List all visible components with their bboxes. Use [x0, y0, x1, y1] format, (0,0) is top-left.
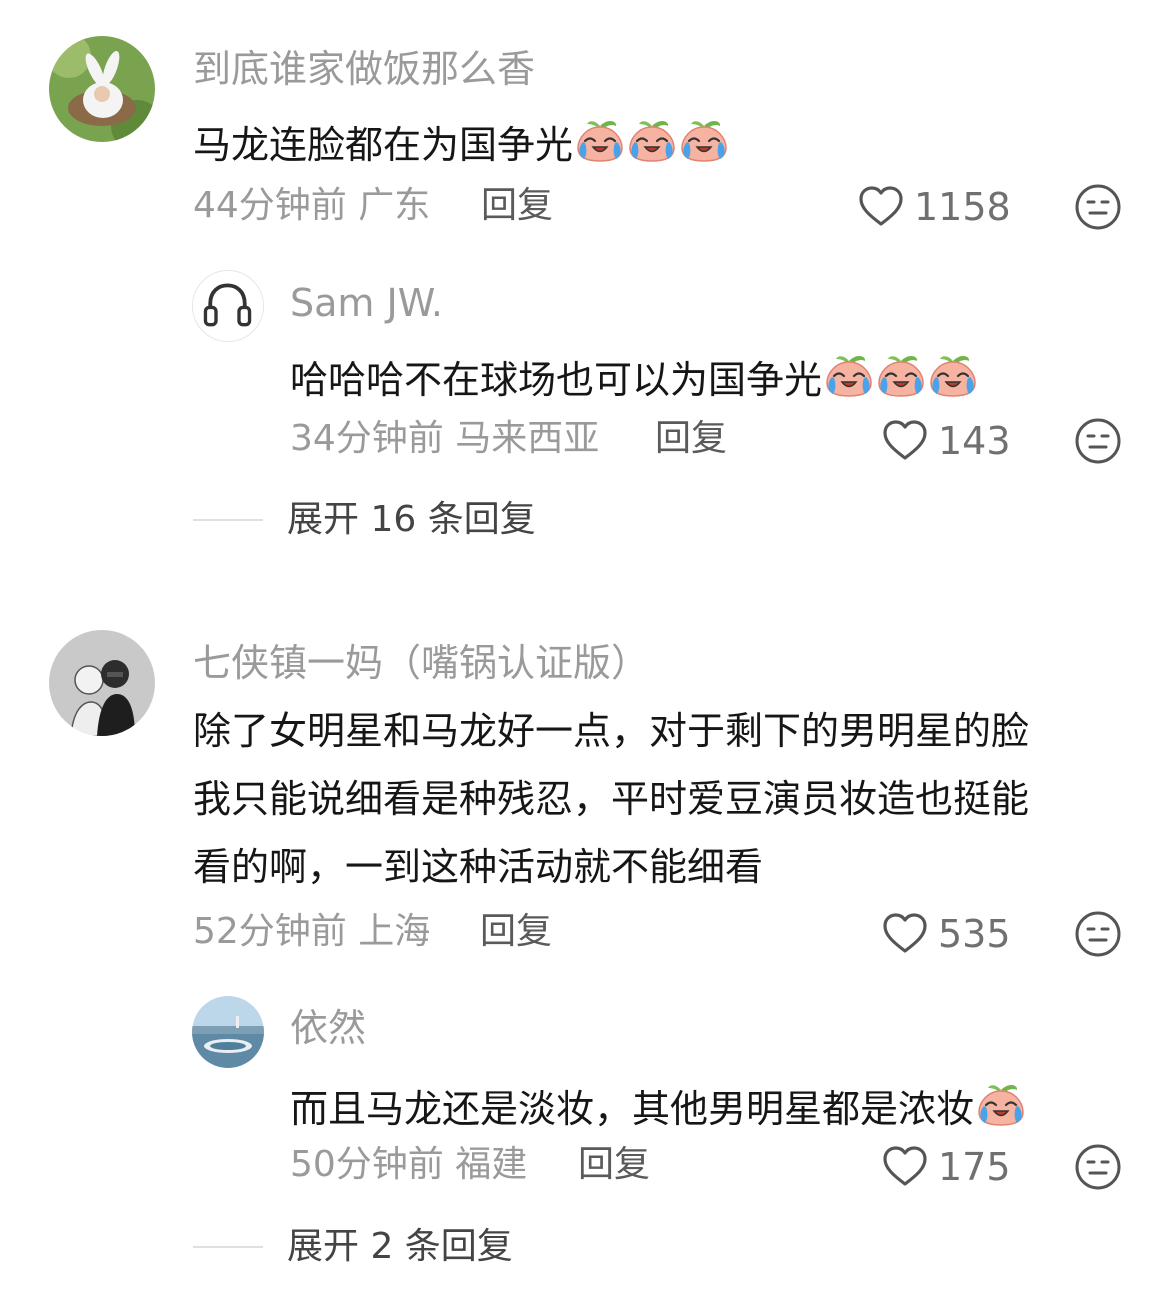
- crying-peach-emoji: [679, 114, 729, 164]
- reply-username[interactable]: Sam JW.: [290, 284, 443, 322]
- crying-peach-emoji: [824, 349, 874, 399]
- like-button[interactable]: 175: [880, 1142, 1011, 1192]
- expand-replies-label: 展开 2 条回复: [287, 1226, 513, 1267]
- heart-outline-icon: [880, 416, 930, 466]
- comment-location: 上海: [358, 911, 431, 952]
- avatar[interactable]: [192, 270, 264, 342]
- comment-text: 除了女明星和马龙好一点，对于剩下的男明星的脸 我只能说细看是种残忍，平时爱豆演员…: [193, 697, 1133, 901]
- crying-peach-emoji: [575, 114, 625, 164]
- comment-location: 广东: [358, 185, 431, 226]
- reply-button[interactable]: 回复: [578, 1147, 650, 1183]
- like-button[interactable]: 535: [880, 909, 1011, 959]
- reply-username[interactable]: 依然: [290, 1009, 366, 1047]
- expand-replies-label: 展开 16 条回复: [287, 499, 536, 540]
- like-count: 143: [938, 419, 1011, 463]
- headphones-icon: [203, 283, 252, 327]
- comment-text: 马龙连脸都在为国争光: [193, 114, 729, 164]
- divider: [193, 519, 263, 521]
- heart-outline-icon: [880, 1142, 930, 1192]
- like-button[interactable]: 143: [880, 416, 1011, 466]
- comment-meta: 52分钟前 上海: [193, 914, 430, 950]
- reply-meta: 34分钟前 马来西亚: [290, 421, 599, 457]
- comment-text-line: 看的啊，一到这种活动就不能细看: [193, 845, 764, 889]
- comment-time: 44分钟前: [193, 185, 347, 226]
- comment-text-line: 我只能说细看是种残忍，平时爱豆演员妆造也挺能: [193, 777, 1030, 821]
- reply-button[interactable]: 回复: [481, 188, 553, 224]
- reply-text: 哈哈哈不在球场也可以为国争光: [290, 349, 978, 399]
- heart-outline-icon: [880, 909, 930, 959]
- like-count: 1158: [914, 185, 1011, 229]
- like-count: 175: [938, 1145, 1011, 1189]
- crying-peach-emoji: [928, 349, 978, 399]
- comment-meta: 44分钟前 广东: [193, 188, 430, 224]
- avatar[interactable]: [49, 630, 155, 736]
- reply-meta: 50分钟前 福建: [290, 1147, 527, 1183]
- crying-peach-emoji: [976, 1078, 1026, 1128]
- comment-username[interactable]: 七侠镇一妈（嘴锅认证版）: [193, 644, 649, 682]
- neutral-face-icon[interactable]: [1073, 1142, 1123, 1192]
- comment-text-line: 除了女明星和马龙好一点，对于剩下的男明星的脸: [193, 709, 1030, 753]
- neutral-face-icon[interactable]: [1073, 182, 1123, 232]
- like-count: 535: [938, 912, 1011, 956]
- crying-peach-emoji: [627, 114, 677, 164]
- reply-time: 50分钟前: [290, 1144, 444, 1185]
- reply-text: 而且马龙还是淡妆，其他男明星都是浓妆: [290, 1078, 1026, 1128]
- heart-outline-icon: [856, 182, 906, 232]
- reply-location: 福建: [455, 1144, 528, 1185]
- comment-time: 52分钟前: [193, 911, 347, 952]
- avatar[interactable]: [49, 36, 155, 142]
- expand-replies-button[interactable]: 展开 16 条回复: [193, 502, 536, 538]
- neutral-face-icon[interactable]: [1073, 416, 1123, 466]
- divider: [193, 1246, 263, 1248]
- like-button[interactable]: 1158: [856, 182, 1011, 232]
- crying-peach-emoji: [876, 349, 926, 399]
- comment-username[interactable]: 到底谁家做饭那么香: [193, 50, 535, 88]
- neutral-face-icon[interactable]: [1073, 909, 1123, 959]
- reply-button[interactable]: 回复: [655, 421, 727, 457]
- reply-location: 马来西亚: [455, 418, 600, 459]
- avatar[interactable]: [192, 996, 264, 1068]
- reply-button[interactable]: 回复: [480, 914, 552, 950]
- expand-replies-button[interactable]: 展开 2 条回复: [193, 1229, 513, 1265]
- reply-time: 34分钟前: [290, 418, 444, 459]
